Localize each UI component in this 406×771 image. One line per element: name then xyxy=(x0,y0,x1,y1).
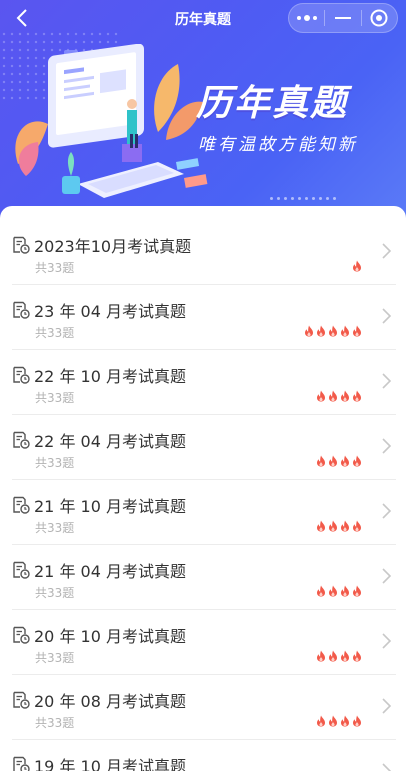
document-clock-icon xyxy=(13,561,30,579)
flame-icon xyxy=(353,390,361,402)
chevron-right-icon xyxy=(382,373,392,389)
exam-title: 2023年10月考试真题 xyxy=(34,237,192,256)
exam-title: 22 年 04 月考试真题 xyxy=(34,432,186,451)
flame-icon xyxy=(317,715,325,727)
flame-icon xyxy=(317,520,325,532)
exam-title: 20 年 08 月考试真题 xyxy=(34,692,186,711)
question-count: 共33题 xyxy=(35,391,75,405)
flame-icon xyxy=(341,455,349,467)
flame-icon xyxy=(329,390,337,402)
flame-icon xyxy=(341,650,349,662)
nav-bar: 历年真题 xyxy=(0,0,406,36)
target-icon xyxy=(370,9,388,27)
heat-rating xyxy=(316,715,362,727)
heat-rating xyxy=(304,325,362,337)
question-count: 共33题 xyxy=(35,586,75,600)
flame-icon xyxy=(329,585,337,597)
chevron-right-icon xyxy=(382,763,392,771)
flame-icon xyxy=(353,260,361,272)
flame-icon xyxy=(305,325,313,337)
exam-list-item[interactable]: 21 年 10 月考试真题 共33题 xyxy=(12,480,396,545)
exam-list-item[interactable]: 22 年 04 月考试真题 共33题 xyxy=(12,415,396,480)
flame-icon xyxy=(341,520,349,532)
exam-list-item[interactable]: 23 年 04 月考试真题 共33题 xyxy=(12,285,396,350)
exam-list: 2023年10月考试真题 共33题 23 年 04 月考试真题 共33题 22 … xyxy=(12,220,396,771)
flame-icon xyxy=(329,455,337,467)
exam-title: 21 年 10 月考试真题 xyxy=(34,497,186,516)
chevron-right-icon xyxy=(382,633,392,649)
heat-rating xyxy=(316,390,362,402)
flame-icon xyxy=(317,325,325,337)
more-button[interactable] xyxy=(289,4,324,32)
heat-rating xyxy=(316,585,362,597)
flame-icon xyxy=(353,520,361,532)
exam-title: 22 年 10 月考试真题 xyxy=(34,367,186,386)
flame-icon xyxy=(329,520,337,532)
question-count: 共33题 xyxy=(35,716,75,730)
flame-icon xyxy=(353,455,361,467)
flame-icon xyxy=(317,650,325,662)
close-button[interactable] xyxy=(362,4,397,32)
flame-icon xyxy=(341,325,349,337)
flame-icon xyxy=(329,650,337,662)
flame-icon xyxy=(353,585,361,597)
chevron-right-icon xyxy=(382,503,392,519)
exam-list-item[interactable]: 19 年 10 月考试真题 xyxy=(12,740,396,771)
exam-list-item[interactable]: 20 年 08 月考试真题 共33题 xyxy=(12,675,396,740)
exam-list-item[interactable]: 22 年 10 月考试真题 共33题 xyxy=(12,350,396,415)
chevron-right-icon xyxy=(382,243,392,259)
document-clock-icon xyxy=(13,301,30,319)
flame-icon xyxy=(353,650,361,662)
exam-title: 20 年 10 月考试真题 xyxy=(34,627,186,646)
flame-icon xyxy=(341,390,349,402)
chevron-right-icon xyxy=(382,698,392,714)
flame-icon xyxy=(353,325,361,337)
document-clock-icon xyxy=(13,431,30,449)
exam-list-item[interactable]: 2023年10月考试真题 共33题 xyxy=(12,220,396,285)
question-count: 共33题 xyxy=(35,651,75,665)
flame-icon xyxy=(341,585,349,597)
flame-icon xyxy=(341,715,349,727)
heat-rating xyxy=(316,455,362,467)
heat-rating xyxy=(316,650,362,662)
question-count: 共33题 xyxy=(35,456,75,470)
question-count: 共33题 xyxy=(35,326,75,340)
document-clock-icon xyxy=(13,626,30,644)
chevron-right-icon xyxy=(382,438,392,454)
document-clock-icon xyxy=(13,236,30,254)
document-clock-icon xyxy=(13,691,30,709)
flame-icon xyxy=(329,715,337,727)
chevron-right-icon xyxy=(382,308,392,324)
chevron-right-icon xyxy=(382,568,392,584)
exam-title: 23 年 04 月考试真题 xyxy=(34,302,186,321)
decor-dots xyxy=(270,197,336,200)
minimize-button[interactable] xyxy=(325,4,360,32)
question-count: 共33题 xyxy=(35,521,75,535)
more-dots-icon xyxy=(296,15,317,21)
exam-list-card: 2023年10月考试真题 共33题 23 年 04 月考试真题 共33题 22 … xyxy=(0,206,406,771)
exam-list-item[interactable]: 21 年 04 月考试真题 共33题 xyxy=(12,545,396,610)
flame-icon xyxy=(317,390,325,402)
document-clock-icon xyxy=(13,496,30,514)
hero-subtitle: 唯有温故方能知新 xyxy=(198,135,358,155)
flame-icon xyxy=(329,325,337,337)
computer-illustration xyxy=(15,44,208,198)
exam-title: 19 年 10 月考试真题 xyxy=(34,757,186,771)
minus-icon xyxy=(334,17,351,19)
flame-icon xyxy=(317,455,325,467)
exam-title: 21 年 04 月考试真题 xyxy=(34,562,186,581)
document-clock-icon xyxy=(13,756,30,771)
flame-icon xyxy=(353,715,361,727)
hero-title: 历年真题 xyxy=(196,83,349,124)
heat-rating xyxy=(316,520,362,532)
mini-program-capsule xyxy=(288,3,398,33)
question-count: 共33题 xyxy=(35,261,75,275)
heat-rating xyxy=(352,260,362,272)
exam-list-item[interactable]: 20 年 10 月考试真题 共33题 xyxy=(12,610,396,675)
flame-icon xyxy=(317,585,325,597)
document-clock-icon xyxy=(13,366,30,384)
